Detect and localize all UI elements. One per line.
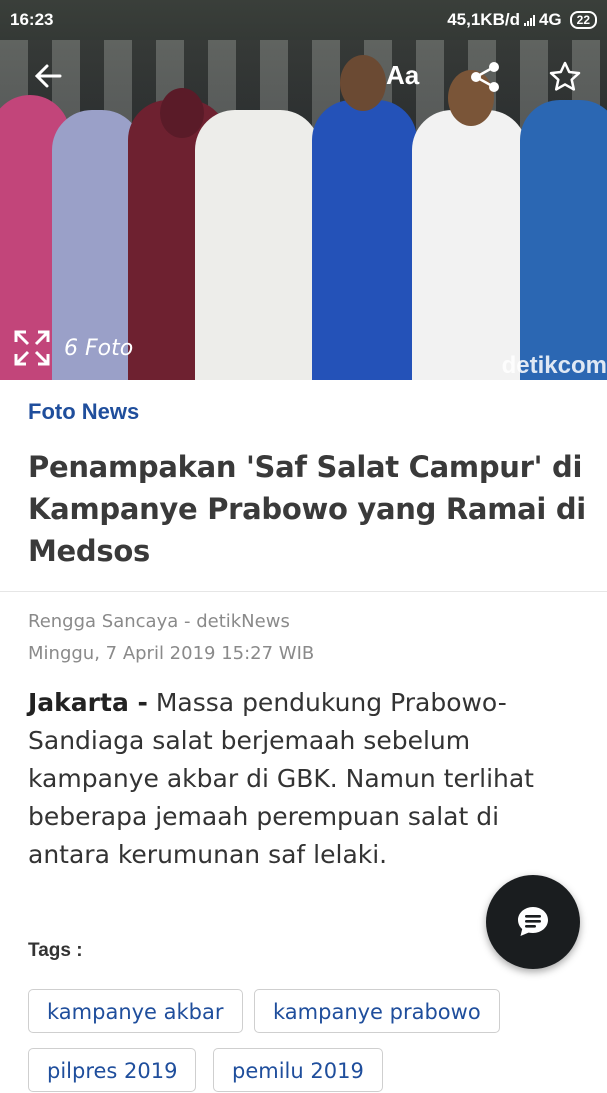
tags-label: Tags : [28, 940, 83, 961]
tag-chip[interactable]: kampanye akbar [28, 989, 243, 1033]
share-icon[interactable] [468, 60, 502, 98]
tag-chip[interactable]: pemilu 2019 [213, 1048, 383, 1092]
network-type: 4G [538, 10, 562, 29]
photo-figure-head [160, 88, 204, 138]
tag-chip[interactable]: kampanye prabowo [254, 989, 500, 1033]
photo-figure [412, 110, 527, 380]
back-arrow-icon[interactable] [32, 60, 64, 96]
article-category[interactable]: Foto News [28, 399, 139, 425]
tag-chip[interactable]: pilpres 2019 [28, 1048, 197, 1092]
photo-gallery-button[interactable]: 6 Foto [12, 328, 133, 368]
comment-icon [518, 907, 548, 936]
status-time: 16:23 [10, 10, 54, 29]
status-bar: 16:23 45,1KB/d 4G 22 [0, 0, 607, 40]
article-title: Penampakan 'Saf Salat Campur' di Kampany… [28, 450, 586, 568]
battery-icon: 22 [569, 11, 597, 29]
photo-figure [195, 110, 320, 380]
comment-button[interactable] [486, 875, 580, 969]
status-right: 45,1KB/d 4G 22 [447, 10, 597, 30]
article-hero-photo[interactable]: 16:23 45,1KB/d 4G 22 Aa 6 Foto detikcom [0, 0, 607, 380]
expand-icon [14, 330, 50, 366]
photo-figure-head [340, 55, 386, 111]
photo-watermark: detikcom [501, 352, 607, 379]
network-speed: 45,1KB/d [447, 10, 520, 29]
photo-figure [312, 100, 417, 380]
signal-icon [523, 14, 535, 26]
text-size-button[interactable]: Aa [386, 60, 419, 91]
photo-figure [520, 100, 607, 380]
article-date: Minggu, 7 April 2019 15:27 WIB [28, 643, 315, 664]
battery-level: 22 [576, 13, 590, 27]
photo-count-label: 6 Foto [64, 335, 134, 361]
article-location: Jakarta - [28, 688, 148, 717]
star-icon[interactable] [548, 60, 582, 98]
article-author: Rengga Sancaya - detikNews [28, 611, 290, 632]
divider [0, 591, 607, 592]
article-lead: Jakarta - Massa pendukung Prabowo-Sandia… [28, 684, 588, 874]
